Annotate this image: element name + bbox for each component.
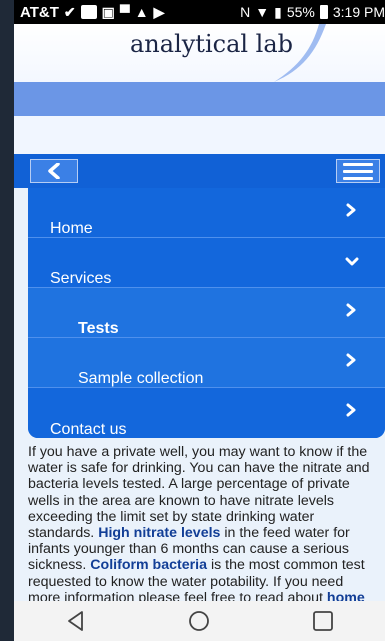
menu-button[interactable] bbox=[336, 159, 380, 183]
nfc-icon: N bbox=[240, 4, 251, 20]
logo-area: analytical lab bbox=[14, 24, 385, 82]
nav-item-home[interactable]: Home bbox=[28, 188, 385, 238]
chevron-left-icon bbox=[48, 163, 60, 179]
image-icon: ▣ bbox=[101, 4, 115, 20]
emphasis-text: Coliform bacteria bbox=[90, 557, 207, 574]
nav-item-tests[interactable]: Tests bbox=[28, 288, 385, 338]
hamburger-line bbox=[343, 169, 373, 173]
clock: 3:19 PM bbox=[332, 4, 385, 20]
left-bezel bbox=[0, 0, 14, 641]
nav-item-services[interactable]: Services bbox=[28, 238, 385, 288]
wifi-icon: ▼ bbox=[255, 4, 270, 20]
nav-item-sample-collection[interactable]: Sample collection bbox=[28, 338, 385, 388]
nav-item-label: Home bbox=[50, 220, 93, 237]
nav-item-label: Services bbox=[50, 270, 112, 287]
signal-icon: ▮ bbox=[274, 4, 282, 20]
message-icon: ▀ bbox=[119, 4, 130, 20]
app-notification-icon bbox=[80, 5, 97, 19]
chevron-right-icon bbox=[346, 203, 356, 217]
chevron-right-icon bbox=[346, 303, 356, 317]
home-link[interactable]: home bbox=[327, 590, 365, 601]
hamburger-line bbox=[343, 176, 373, 180]
circle-home-icon[interactable] bbox=[187, 609, 211, 633]
nav-menu: Home Services Tests Sample collection Co… bbox=[28, 188, 385, 438]
battery-percent: 55% bbox=[286, 4, 315, 20]
nav-bar bbox=[14, 154, 385, 188]
battery-icon bbox=[319, 5, 328, 19]
nav-item-label: Tests bbox=[78, 320, 119, 337]
header-light-band bbox=[14, 116, 385, 154]
emphasis-text: High nitrate levels bbox=[98, 525, 221, 542]
site-header: analytical lab bbox=[14, 24, 385, 116]
android-nav-bar bbox=[14, 601, 385, 641]
nav-item-label: Sample collection bbox=[78, 370, 204, 387]
chevron-right-icon bbox=[346, 353, 356, 367]
hamburger-line bbox=[343, 162, 373, 166]
app-window: analytical lab Home Services Tests Sampl… bbox=[14, 24, 385, 601]
flag-icon: ▶ bbox=[153, 4, 165, 20]
nav-item-label: Contact us bbox=[50, 421, 127, 438]
chevron-down-icon bbox=[345, 257, 359, 266]
warning-icon: ▲ bbox=[134, 4, 149, 20]
intro-paragraph: If you have a private well, you may want… bbox=[14, 444, 385, 601]
triangle-back-icon[interactable] bbox=[64, 609, 88, 633]
chevron-right-icon bbox=[346, 403, 356, 417]
back-button[interactable] bbox=[30, 159, 78, 183]
status-bar: AT&T ✔ ▣ ▀ ▲ ▶ N ▼ ▮ 55% 3:19 PM bbox=[14, 0, 385, 24]
nav-item-contact-us[interactable]: Contact us bbox=[28, 388, 385, 438]
carrier-label: AT&T bbox=[20, 3, 59, 21]
check-icon: ✔ bbox=[63, 4, 76, 20]
logo-swoosh-icon bbox=[274, 24, 326, 82]
header-band bbox=[14, 82, 385, 116]
square-recents-icon[interactable] bbox=[311, 609, 335, 633]
